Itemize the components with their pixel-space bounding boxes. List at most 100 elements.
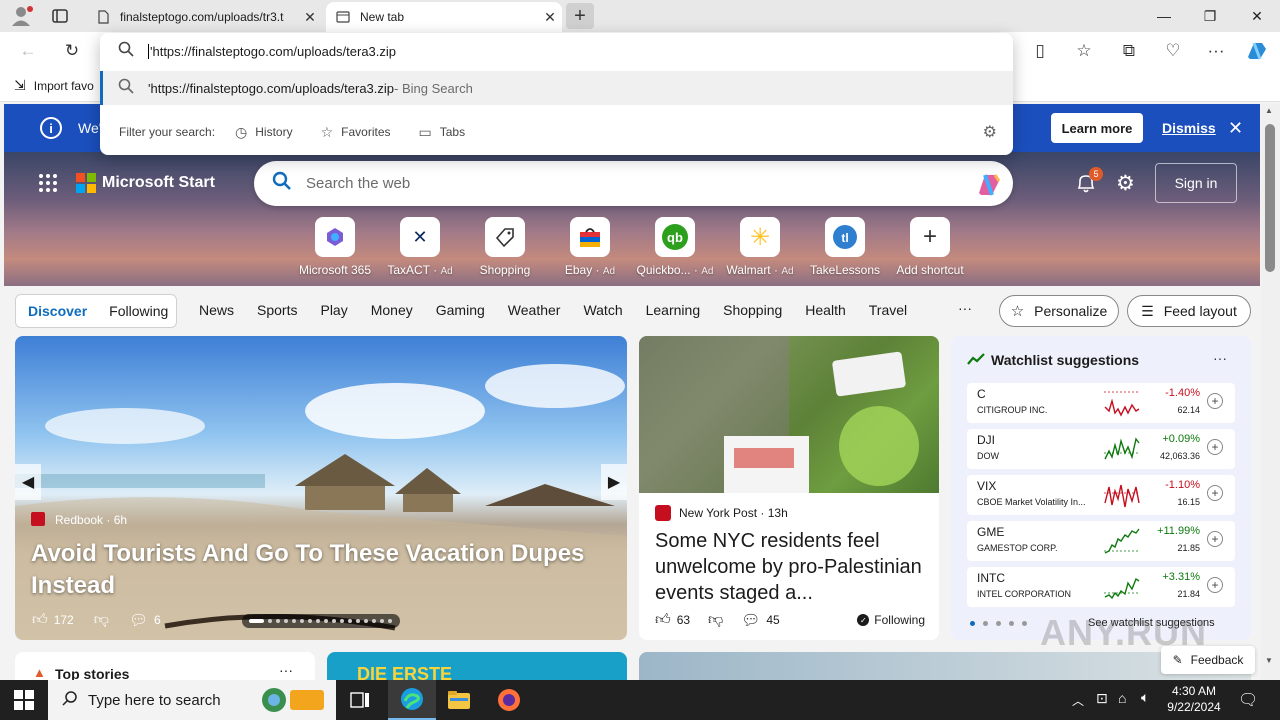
tile-takelessons[interactable]: tl TakeLessons [805,217,885,277]
learn-more-button[interactable]: Learn more [1051,113,1143,143]
page-scrollbar[interactable]: ▲ ▼ [1261,104,1280,680]
taskbar-search-placeholder[interactable]: Type here to search [88,692,221,709]
promo-card[interactable]: DIE ERSTE [327,652,627,684]
address-input[interactable]: 'https://finalsteptogo.com/uploads/tera3… [148,43,396,59]
restore-button[interactable]: ❐ [1187,0,1233,32]
add-to-watchlist-icon[interactable]: + [1207,531,1223,547]
task-view-icon[interactable] [350,690,370,710]
tile-microsoft365[interactable]: Microsoft 365 [295,217,375,277]
nav-money[interactable]: Money [371,302,413,318]
tile-quickbooks[interactable]: qb Quickbo... · Ad [635,217,715,277]
tile-shopping[interactable]: Shopping [465,217,545,277]
more-options-icon[interactable]: ··· [1213,350,1227,366]
news-widget-icon[interactable] [260,686,330,718]
app-launcher-icon[interactable] [38,173,58,193]
brand-title[interactable]: Microsoft Start [102,174,215,192]
minimize-button[interactable]: — [1141,0,1187,32]
more-menu-icon[interactable]: ··· [1200,35,1232,67]
carousel-next-button[interactable]: ▶ [601,464,627,500]
tab-actions-icon[interactable] [50,6,70,26]
comment-icon[interactable]: 💬︎ [129,611,148,629]
add-to-watchlist-icon[interactable]: + [1207,439,1223,455]
comment-icon[interactable]: 💬︎ [741,611,760,629]
network-icon[interactable]: ⊡ [1096,690,1108,707]
suggestion-row[interactable]: 'https://finalsteptogo.com/uploads/tera3… [100,71,1013,105]
collections-icon[interactable]: ⧉ [1113,35,1145,67]
stock-row-c[interactable]: C CITIGROUP INC. -1.40% 62.14 + [967,383,1235,423]
dismiss-link[interactable]: Dismiss [1162,120,1216,136]
filter-tabs[interactable]: ▭ Tabs [419,124,466,141]
stock-row-intc[interactable]: INTC INTEL CORPORATION +3.31% 21.84 + [967,567,1235,607]
nav-learning[interactable]: Learning [646,302,701,318]
close-icon[interactable]: ✕ [1228,118,1243,139]
watchlist-title[interactable]: Watchlist suggestions [991,352,1139,368]
sign-in-button[interactable]: Sign in [1155,163,1237,203]
import-favorites-link[interactable]: Import favo [34,79,94,93]
filter-favorites[interactable]: ☆ Favorites [321,124,391,141]
edge-taskbar-icon[interactable] [388,680,436,720]
add-to-watchlist-icon[interactable]: + [1207,485,1223,501]
nav-gaming[interactable]: Gaming [436,302,485,318]
split-screen-icon[interactable]: ▯ [1024,35,1056,67]
windows-start-icon[interactable] [14,690,34,710]
wifi-icon[interactable]: ⌂ [1118,690,1126,706]
web-search-box[interactable]: Search the web [254,161,1013,206]
settings-gear-icon[interactable]: ⚙ [1116,171,1135,196]
back-icon[interactable]: ← [12,35,44,67]
carousel-dots[interactable] [242,614,400,628]
copilot-icon[interactable] [1244,39,1270,63]
close-window-button[interactable]: ✕ [1234,0,1280,32]
settings-gear-icon[interactable]: ⚙ [983,122,997,142]
tile-ebay[interactable]: Ebay · Ad [550,217,630,277]
taskbar-search[interactable]: Type here to search [48,680,336,720]
browser-essentials-icon[interactable]: ♡ [1157,35,1189,67]
carousel-prev-button[interactable]: ◀ [15,464,41,500]
news-story-title[interactable]: Some NYC residents feel unwelcome by pro… [655,528,925,606]
add-to-watchlist-icon[interactable]: + [1207,577,1223,593]
personalize-button[interactable]: ☆ Personalize [999,295,1119,327]
more-options-icon[interactable]: ··· [279,662,293,678]
watchlist-pager[interactable] [970,621,1027,626]
tile-taxact[interactable]: ✕ TaxACT · Ad [380,217,460,277]
file-explorer-icon[interactable] [447,688,471,712]
scroll-thumb[interactable] [1265,124,1275,272]
volume-icon[interactable]: 🔈︎ [1141,689,1149,706]
nav-news[interactable]: News [199,302,234,318]
tray-chevron-icon[interactable]: ︿ [1072,692,1084,709]
feed-layout-button[interactable]: ☰ Feed layout [1127,295,1251,327]
close-tab-icon[interactable]: ✕ [538,9,562,26]
main-story-title[interactable]: Avoid Tourists And Go To These Vacation … [31,538,591,602]
stock-row-vix[interactable]: VIX CBOE Market Volatility In... -1.10% … [967,475,1235,515]
tab-new-tab[interactable]: New tab ✕ [326,2,562,32]
stock-row-dji[interactable]: DJI DOW +0.09% 42,063.36 + [967,429,1235,469]
close-tab-icon[interactable]: ✕ [298,9,322,26]
dislike-icon[interactable]: 👎︎ [708,611,723,629]
tab-file[interactable]: finalsteptogo.com/uploads/tr3.t ✕ [86,2,322,32]
nav-travel[interactable]: Travel [869,302,907,318]
following-status[interactable]: ✓ Following [857,613,925,627]
story-card-wide[interactable] [639,652,1251,680]
tile-add-shortcut[interactable]: + Add shortcut [890,217,970,277]
nav-shopping[interactable]: Shopping [723,302,782,318]
nav-sports[interactable]: Sports [257,302,297,318]
tab-discover[interactable]: Discover [28,303,87,319]
firefox-icon[interactable] [497,688,521,712]
nav-play[interactable]: Play [320,302,347,318]
nav-health[interactable]: Health [805,302,845,318]
refresh-icon[interactable]: ↻ [56,35,88,67]
nav-watch[interactable]: Watch [583,302,622,318]
add-to-watchlist-icon[interactable]: + [1207,393,1223,409]
dislike-icon[interactable]: 👎︎ [94,611,109,629]
new-tab-button[interactable]: + [566,3,594,29]
like-icon[interactable]: 👍︎ [32,611,48,629]
nav-weather[interactable]: Weather [508,302,561,318]
like-icon[interactable]: 👍︎ [655,611,671,629]
profile-icon[interactable] [10,5,34,27]
stock-row-gme[interactable]: GME GAMESTOP CORP. +11.99% 21.85 + [967,521,1235,561]
favorites-star-icon[interactable]: ☆ [1068,35,1100,67]
search-placeholder[interactable]: Search the web [306,175,410,192]
filter-history[interactable]: ◷ History [235,124,293,141]
more-categories-icon[interactable]: ··· [958,300,972,316]
copilot-icon[interactable] [973,169,1003,204]
address-bar[interactable]: 'https://finalsteptogo.com/uploads/tera3… [100,33,1013,69]
